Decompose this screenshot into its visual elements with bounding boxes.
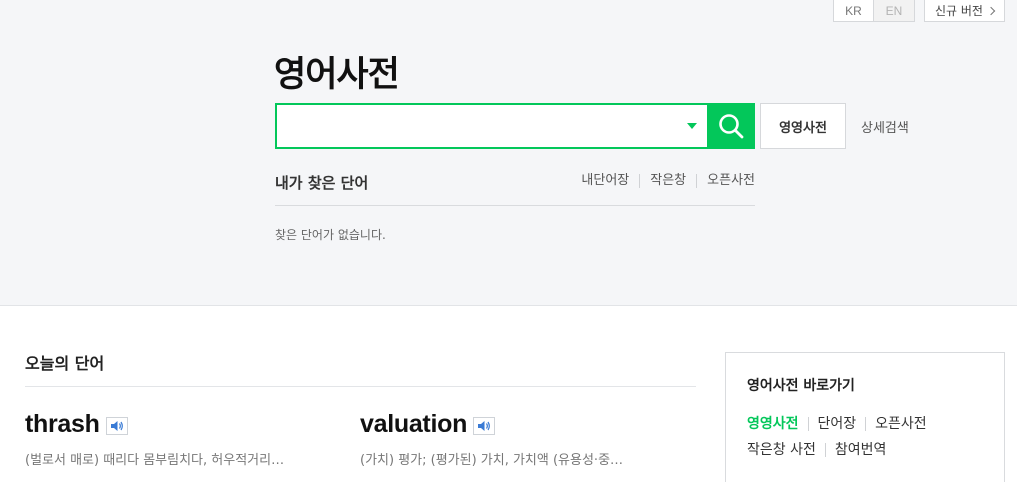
eng-eng-dictionary-button[interactable]: 영영사전 bbox=[760, 103, 846, 149]
pronunciation-button[interactable] bbox=[105, 417, 128, 435]
caret-down-icon bbox=[687, 123, 697, 129]
history-empty-message: 찾은 단어가 없습니다. bbox=[275, 228, 386, 242]
speaker-icon bbox=[478, 421, 490, 431]
today-word-card: valuation (가치) 평가; (평가된) 가치, 가치액 (유용성·중… bbox=[360, 410, 670, 468]
history-links: 내단어장 작은창 오픈사전 bbox=[571, 163, 755, 188]
word-link[interactable]: valuation bbox=[360, 410, 467, 439]
today-word-title: 오늘의 단어 bbox=[25, 354, 105, 373]
detail-search-link[interactable]: 상세검색 bbox=[861, 117, 909, 136]
page-title: 영어사전 bbox=[274, 55, 400, 95]
search-input[interactable] bbox=[277, 105, 677, 147]
dictionary-shortcuts-panel: 영어사전 바로가기 영영사전 단어장 오픈사전 작은창 사전 참여번역 bbox=[725, 352, 1005, 482]
pronunciation-button[interactable] bbox=[473, 417, 496, 435]
word-link[interactable]: thrash bbox=[25, 410, 100, 439]
open-dictionary-link[interactable]: 오픈사전 bbox=[696, 174, 755, 188]
lang-en-button[interactable]: EN bbox=[874, 0, 915, 22]
search-box bbox=[275, 103, 755, 149]
shortcut-wordbook[interactable]: 단어장 bbox=[807, 417, 866, 431]
search-button[interactable] bbox=[707, 103, 755, 149]
autocomplete-toggle[interactable] bbox=[677, 105, 707, 147]
today-word-card: thrash (벌로서 매로) 때리다 몸부림치다, 허우적거리… bbox=[25, 410, 335, 468]
shortcut-open-dictionary[interactable]: 오픈사전 bbox=[865, 417, 936, 431]
shortcuts-title: 영어사전 바로가기 bbox=[747, 378, 855, 394]
word-row: valuation bbox=[360, 410, 670, 439]
word-meaning: (가치) 평가; (평가된) 가치, 가치액 (유용성·중… bbox=[360, 453, 624, 468]
shortcut-translation[interactable]: 참여번역 bbox=[824, 443, 896, 457]
lang-kr-button[interactable]: KR bbox=[833, 0, 874, 22]
mini-window-link[interactable]: 작은창 bbox=[639, 174, 696, 188]
shortcuts-links: 영영사전 단어장 오픈사전 작은창 사전 참여번역 bbox=[747, 411, 997, 463]
chevron-right-icon bbox=[986, 6, 996, 15]
shortcut-eng-eng[interactable]: 영영사전 bbox=[747, 417, 808, 431]
my-wordbook-link[interactable]: 내단어장 bbox=[571, 174, 639, 188]
new-version-button[interactable]: 신규 버전 bbox=[924, 0, 1005, 22]
search-icon bbox=[719, 114, 744, 139]
word-row: thrash bbox=[25, 410, 335, 439]
word-meaning: (벌로서 매로) 때리다 몸부림치다, 허우적거리… bbox=[25, 453, 285, 468]
speaker-icon bbox=[110, 421, 123, 431]
shortcut-mini-window[interactable]: 작은창 사전 bbox=[747, 443, 825, 457]
language-switch: KR EN bbox=[833, 0, 915, 22]
divider bbox=[25, 386, 696, 387]
top-search-area: KR EN 신규 버전 영어사전 영영사전 상세검색 내가 찾은 단어 내단어장… bbox=[0, 0, 1017, 306]
new-version-label: 신규 버전 bbox=[935, 4, 983, 18]
history-title: 내가 찾은 단어 bbox=[275, 174, 369, 192]
history-header: 내가 찾은 단어 내단어장 작은창 오픈사전 bbox=[275, 163, 755, 206]
